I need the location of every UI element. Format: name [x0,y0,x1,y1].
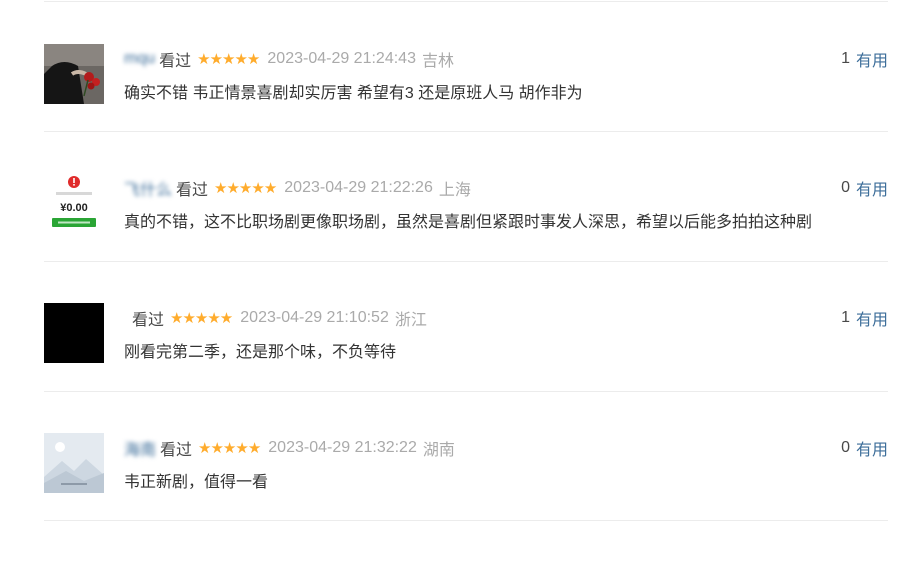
user-name-link[interactable]: 飞什么 [124,176,172,200]
watched-label: 看过 [132,312,165,329]
useful-vote-button[interactable]: 有用 [856,47,888,71]
vote-area: 1 有用 [841,47,888,71]
rose-photo-avatar-icon[interactable] [44,44,104,104]
comment-text: 确实不错 韦正情景喜剧却实厉害 希望有3 还是原班人马 胡作非为 [124,85,583,102]
comment-meta: 飞什么 看过 ★★★★★ 2023-04-29 21:22:26 上海 [124,176,471,200]
vote-count: 0 [841,179,850,196]
vote-area: 0 有用 [841,436,888,460]
comment-item: mqu 看过 ★★★★★ 2023-04-29 21:24:43 吉林 1 有用… [44,44,888,174]
watched-label: 看过 [160,442,193,459]
payment-zero-avatar-icon[interactable]: ¥0.00 [44,173,104,233]
avatar-amount: ¥0.00 [60,202,88,214]
comment-text: 韦正新剧，值得一看 [124,474,269,491]
comment-time[interactable]: 2023-04-29 21:22:26 [284,179,433,197]
comment-meta: mqu 看过 ★★★★★ 2023-04-29 21:24:43 吉林 [124,47,454,71]
comment-location: 浙江 [394,312,427,329]
user-name-link[interactable]: 海南 [124,436,156,460]
watched-label: 看过 [176,182,209,199]
rating-stars: ★★★★★ [170,310,233,327]
vote-area: 0 有用 [841,176,888,200]
landscape-avatar-icon[interactable] [44,433,104,493]
watched-label: 看过 [159,53,192,70]
comment-location: 湖南 [422,442,455,459]
useful-vote-button[interactable]: 有用 [856,436,888,460]
comment-meta: 海南 看过 ★★★★★ 2023-04-29 21:32:22 湖南 [124,436,455,460]
comment-text: 真的不错，这不比职场剧更像职场剧，虽然是喜剧但紧跟时事发人深思，希望以后能多拍拍… [124,214,813,231]
divider-top [44,1,888,2]
comment-time[interactable]: 2023-04-29 21:32:22 [268,439,417,457]
comment-item: 海南 看过 ★★★★★ 2023-04-29 21:32:22 湖南 0 有用 … [44,433,888,563]
comment-item: 看过 ★★★★★ 2023-04-29 21:10:52 浙江 1 有用 刚看完… [44,303,888,433]
vote-count: 1 [841,309,850,326]
comment-text: 刚看完第二季，还是那个味，不负等待 [124,344,397,361]
vote-area: 1 有用 [841,306,888,330]
vote-count: 0 [841,439,850,456]
rating-stars: ★★★★★ [198,440,261,457]
useful-vote-button[interactable]: 有用 [856,306,888,330]
comment-time[interactable]: 2023-04-29 21:10:52 [240,309,389,327]
vote-count: 1 [841,50,850,67]
comment-location: 上海 [438,182,471,199]
rating-stars: ★★★★★ [197,51,260,68]
comment-time[interactable]: 2023-04-29 21:24:43 [267,50,416,68]
black-avatar-icon[interactable] [44,303,104,363]
user-name-link[interactable]: mqu [124,50,155,68]
comment-meta: 看过 ★★★★★ 2023-04-29 21:10:52 浙江 [124,306,427,330]
comment-location: 吉林 [421,53,454,70]
rating-stars: ★★★★★ [214,180,277,197]
useful-vote-button[interactable]: 有用 [856,176,888,200]
comment-item: ¥0.00 飞什么 看过 ★★★★★ 2023-04-29 21:22:26 上… [44,173,888,303]
